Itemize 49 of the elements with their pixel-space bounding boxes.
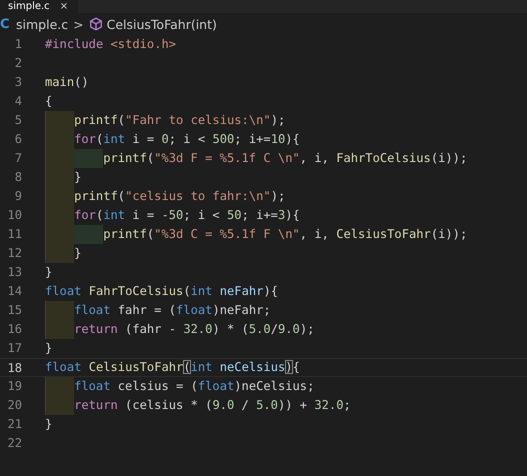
code-line: printf("%3d C = %5.1f F \n", i, CelsiusToFahr(i)); [103,226,468,243]
code-line: } [74,169,82,186]
code-line: } [45,416,52,433]
line-number: 14 [6,283,22,300]
line-number: 7 [14,150,22,167]
line-number: 19 [6,378,22,395]
code-line: } [45,264,52,281]
code-line: for(int i = 0; i < 500; i+=10){ [74,131,300,148]
code-line: float CelsiusToFahr(int neCelsius){ [45,359,300,376]
line-number: 10 [6,207,22,224]
line-number: 1 [14,36,22,53]
code-line: { [45,93,52,110]
close-button[interactable]: × [60,0,68,12]
line-number: 13 [6,264,22,281]
cube-icon [88,17,103,31]
code-line: printf("celsius to fahr:\n"); [74,188,286,205]
code-line: for(int i = -50; i < 50; i+=3){ [74,207,300,224]
line-number: 6 [14,131,22,148]
line-number: 16 [6,321,22,338]
chevron-icon: > [72,16,85,32]
code-line: } [74,245,82,262]
line-number: 17 [6,340,22,357]
line-number: 2 [14,55,22,72]
code-line: } [45,340,52,357]
line-number: 12 [6,245,22,262]
line-number: 3 [14,74,22,91]
code-line: return (celsius * (9.0 / 5.0)) + 32.0; [74,397,351,414]
line-number: 21 [6,416,22,433]
code-line: main() [45,74,89,91]
editor-tab[interactable]: simple.c × [0,0,78,13]
line-number: 11 [6,226,22,243]
code-line: #include <stdio.h> [45,36,176,53]
line-number: 5 [14,112,22,129]
breadcrumb-item[interactable]: CelsiusToFahr(int) [106,16,217,32]
code-line: float celsius = (float)neCelsius; [74,378,314,395]
c-file-icon: C [0,16,12,32]
line-number: 8 [14,169,22,186]
line-number: 4 [14,93,22,110]
code-line: return (fahr - 32.0) * (5.0/9.0); [74,321,314,338]
breadcrumb-item[interactable]: simple.c [16,16,68,32]
line-number: 15 [6,302,22,319]
code-line: float fahr = (float)neFahr; [74,302,271,319]
code-line: float FahrToCelsius(int neFahr){ [45,283,278,300]
code-line: printf("%3d F = %5.1f C \n", i, FahrToCelsius(i)); [103,150,468,167]
line-number: 20 [6,397,22,414]
line-number: 18 [6,360,22,376]
line-number: 22 [6,435,22,452]
line-number: 9 [14,188,22,205]
code-line: printf("Fahr to celsius:\n"); [74,112,286,129]
